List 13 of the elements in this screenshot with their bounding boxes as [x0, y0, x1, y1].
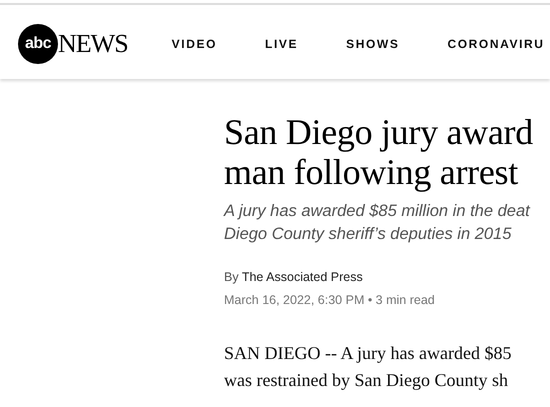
headline-text: man following arrest — [224, 152, 519, 192]
summary-text: A jury has awarded $85 million in the deat — [224, 201, 532, 222]
nav-link[interactable]: VIDEO — [172, 35, 218, 53]
nav-link[interactable]: SHOWS — [346, 35, 400, 53]
article-date: March 16, 2022, 6:30 PM • 3 min read — [224, 292, 436, 309]
body-text: was restrained by San Diego County sh — [224, 368, 509, 392]
nav-link[interactable]: CORONAVIRU — [447, 35, 545, 53]
nav-link[interactable]: LIVE — [265, 35, 298, 53]
body-text: SAN DIEGO -- A jury has awarded $85 — [224, 342, 512, 365]
byline: By The Associated Press — [224, 269, 364, 286]
headline-text: San Diego jury award — [224, 112, 534, 152]
summary-text: Diego County sheriff’s deputies in 2015 — [224, 224, 512, 245]
abc-news-logo[interactable]: abc NEWS — [18, 24, 128, 64]
